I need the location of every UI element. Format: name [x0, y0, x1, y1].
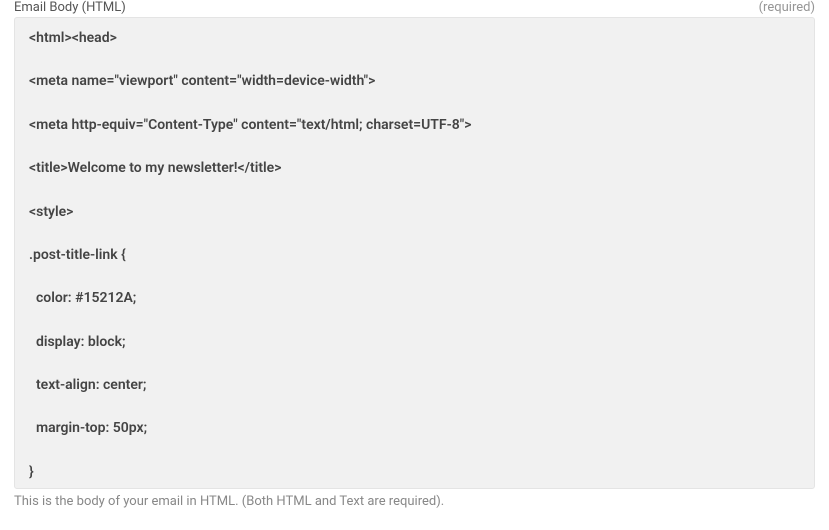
field-header: Email Body (HTML) (required)	[14, 0, 815, 17]
email-body-html-input[interactable]	[15, 18, 814, 488]
field-help-text: This is the body of your email in HTML. …	[14, 489, 815, 509]
field-required-indicator: (required)	[759, 0, 815, 15]
textarea-wrapper	[14, 17, 815, 489]
field-label: Email Body (HTML)	[14, 0, 126, 15]
